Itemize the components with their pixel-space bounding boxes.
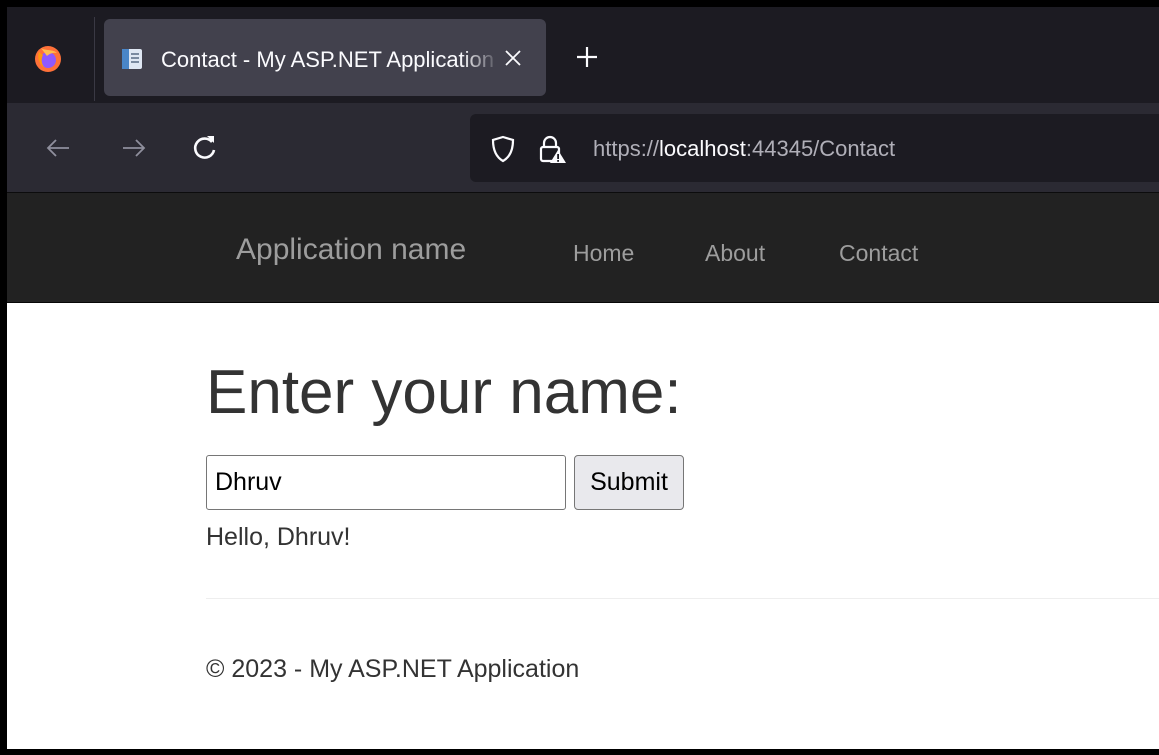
tab-separator bbox=[94, 17, 95, 101]
greeting-text: Hello, Dhruv! bbox=[206, 523, 351, 551]
tab-strip: Contact - My ASP.NET Application bbox=[7, 7, 1159, 103]
reload-icon[interactable] bbox=[190, 133, 220, 163]
page-content: Enter your name: Submit Hello, Dhruv! © … bbox=[7, 304, 1159, 749]
url-path: :44345/Contact bbox=[745, 136, 896, 161]
arrow-right-icon[interactable] bbox=[119, 133, 149, 163]
lock-warning-icon[interactable] bbox=[537, 134, 567, 164]
page-title: Enter your name: bbox=[206, 358, 682, 427]
tab-title: Contact - My ASP.NET Application bbox=[161, 47, 495, 72]
tab-contact[interactable]: Contact - My ASP.NET Application bbox=[104, 19, 546, 96]
url-text[interactable]: https://localhost:44345/Contact bbox=[593, 136, 895, 162]
url-bar[interactable]: https://localhost:44345/Contact bbox=[470, 114, 1159, 182]
url-scheme: https:// bbox=[593, 136, 660, 161]
nav-link-home[interactable]: Home bbox=[573, 239, 634, 267]
site-navbar: Application name Home About Contact bbox=[7, 193, 1159, 303]
shield-icon[interactable] bbox=[490, 135, 516, 163]
divider bbox=[206, 598, 1159, 599]
browser-window: Contact - My ASP.NET Application https:/… bbox=[0, 0, 1159, 755]
firefox-logo-icon[interactable] bbox=[33, 43, 63, 73]
nav-link-contact[interactable]: Contact bbox=[839, 239, 918, 267]
name-input[interactable] bbox=[206, 455, 566, 510]
navbar-brand[interactable]: Application name bbox=[236, 233, 466, 267]
url-host: localhost bbox=[659, 136, 746, 161]
document-icon bbox=[122, 49, 142, 69]
footer-text: © 2023 - My ASP.NET Application bbox=[206, 655, 580, 683]
nav-link-about[interactable]: About bbox=[705, 239, 765, 267]
arrow-left-icon[interactable] bbox=[43, 133, 73, 163]
close-icon[interactable] bbox=[501, 46, 525, 70]
submit-button[interactable]: Submit bbox=[574, 455, 684, 510]
navigation-toolbar: https://localhost:44345/Contact bbox=[7, 103, 1159, 193]
plus-icon[interactable] bbox=[574, 44, 600, 70]
